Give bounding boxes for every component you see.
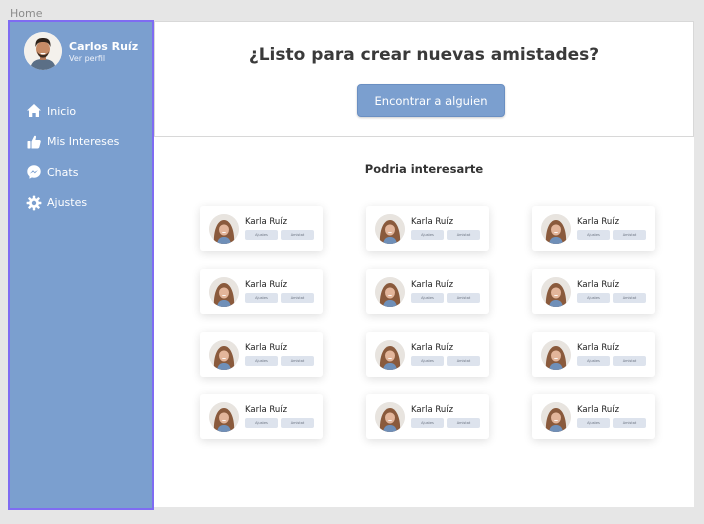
suggestion-card[interactable]: Karla Ruíz Ajustes Amistat	[200, 332, 323, 377]
suggestion-card[interactable]: Karla Ruíz Ajustes Amistat	[200, 269, 323, 314]
card-chip-button[interactable]: Amistat	[281, 293, 314, 303]
card-name: Karla Ruíz	[245, 405, 288, 415]
card-name: Karla Ruíz	[411, 343, 454, 353]
card-chip-button[interactable]: Ajustes	[577, 356, 610, 366]
card-name: Karla Ruíz	[577, 405, 620, 415]
suggestion-card[interactable]: Karla Ruíz Ajustes Amistat	[200, 394, 323, 439]
card-name: Karla Ruíz	[411, 405, 454, 415]
suggestions-panel: Podria interesarte Karla Ruíz Ajustes Amis…	[154, 137, 694, 507]
card-chip-button[interactable]: Amistat	[281, 230, 314, 240]
avatar[interactable]	[541, 277, 571, 307]
suggestion-card[interactable]: Karla Ruíz Ajustes Amistat	[532, 206, 655, 251]
card-chip-button[interactable]: Ajustes	[245, 418, 278, 428]
sidebar-nav: Inicio Mis Intereses Chats Ajustes	[26, 96, 119, 218]
avatar[interactable]	[375, 277, 405, 307]
card-chip-button[interactable]: Amistat	[281, 418, 314, 428]
avatar[interactable]	[375, 340, 405, 370]
avatar[interactable]	[541, 214, 571, 244]
sidebar-item-inicio[interactable]: Inicio	[26, 96, 119, 127]
suggestion-card[interactable]: Karla Ruíz Ajustes Amistat	[532, 394, 655, 439]
avatar[interactable]	[209, 340, 239, 370]
sidebar-item-label: Ajustes	[47, 196, 88, 210]
avatar[interactable]	[209, 402, 239, 432]
hero-title: ¿Listo para crear nuevas amistades?	[248, 45, 600, 65]
card-chip-button[interactable]: Ajustes	[577, 293, 610, 303]
suggestion-card[interactable]: Karla Ruíz Ajustes Amistat	[532, 269, 655, 314]
card-chip-button[interactable]: Amistat	[613, 230, 646, 240]
card-chip-button[interactable]: Ajustes	[411, 230, 444, 240]
thumbs-up-icon	[26, 134, 42, 150]
suggestion-card[interactable]: Karla Ruíz Ajustes Amistat	[200, 206, 323, 251]
card-chip-button[interactable]: Ajustes	[411, 418, 444, 428]
suggestion-card[interactable]: Karla Ruíz Ajustes Amistat	[366, 394, 489, 439]
card-name: Karla Ruíz	[245, 217, 288, 227]
hero-panel: ¿Listo para crear nuevas amistades? Enco…	[154, 21, 694, 137]
card-chip-button[interactable]: Amistat	[613, 356, 646, 366]
section-title: Podria interesarte	[364, 162, 484, 176]
gear-icon	[26, 195, 42, 211]
suggestion-card[interactable]: Karla Ruíz Ajustes Amistat	[366, 206, 489, 251]
card-chip-button[interactable]: Amistat	[447, 230, 480, 240]
sidebar-item-label: Inicio	[47, 104, 77, 118]
card-name: Karla Ruíz	[411, 217, 454, 227]
avatar[interactable]	[209, 277, 239, 307]
card-chip-button[interactable]: Amistat	[613, 293, 646, 303]
avatar[interactable]	[541, 402, 571, 432]
card-chip-button[interactable]: Amistat	[447, 418, 480, 428]
card-chip-button[interactable]: Ajustes	[577, 418, 610, 428]
messenger-icon	[26, 164, 42, 180]
find-someone-button[interactable]: Encontrar a alguien	[357, 84, 505, 117]
card-chip-button[interactable]: Ajustes	[577, 230, 610, 240]
card-name: Karla Ruíz	[577, 280, 620, 290]
frame-label: Home	[10, 7, 43, 20]
card-chip-button[interactable]: Amistat	[447, 356, 480, 366]
avatar[interactable]	[375, 214, 405, 244]
view-profile-link[interactable]: Ver perfil	[69, 54, 138, 63]
card-chip-button[interactable]: Ajustes	[245, 230, 278, 240]
sidebar: Carlos Ruíz Ver perfil Inicio Mis Intere…	[8, 20, 154, 510]
sidebar-item-label: Chats	[47, 165, 79, 179]
card-name: Karla Ruíz	[245, 343, 288, 353]
card-name: Karla Ruíz	[577, 343, 620, 353]
card-chip-button[interactable]: Ajustes	[411, 293, 444, 303]
suggestion-card[interactable]: Karla Ruíz Ajustes Amistat	[366, 269, 489, 314]
suggestion-card[interactable]: Karla Ruíz Ajustes Amistat	[366, 332, 489, 377]
sidebar-item-ajustes[interactable]: Ajustes	[26, 188, 119, 219]
card-chip-button[interactable]: Amistat	[447, 293, 480, 303]
card-chip-button[interactable]: Ajustes	[245, 356, 278, 366]
card-chip-button[interactable]: Amistat	[613, 418, 646, 428]
card-name: Karla Ruíz	[411, 280, 454, 290]
home-icon	[26, 103, 42, 119]
sidebar-item-chats[interactable]: Chats	[26, 157, 119, 188]
card-chip-button[interactable]: Ajustes	[411, 356, 444, 366]
sidebar-item-label: Mis Intereses	[47, 135, 120, 149]
avatar[interactable]	[375, 402, 405, 432]
sidebar-item-mis-intereses[interactable]: Mis Intereses	[26, 127, 119, 158]
avatar[interactable]	[24, 32, 62, 70]
suggestion-card[interactable]: Karla Ruíz Ajustes Amistat	[532, 332, 655, 377]
card-name: Karla Ruíz	[577, 217, 620, 227]
profile-name: Carlos Ruíz	[69, 39, 139, 53]
profile[interactable]: Carlos Ruíz Ver perfil	[24, 32, 138, 70]
card-chip-button[interactable]: Amistat	[281, 356, 314, 366]
avatar[interactable]	[209, 214, 239, 244]
avatar[interactable]	[541, 340, 571, 370]
card-name: Karla Ruíz	[245, 280, 288, 290]
card-chip-button[interactable]: Ajustes	[245, 293, 278, 303]
